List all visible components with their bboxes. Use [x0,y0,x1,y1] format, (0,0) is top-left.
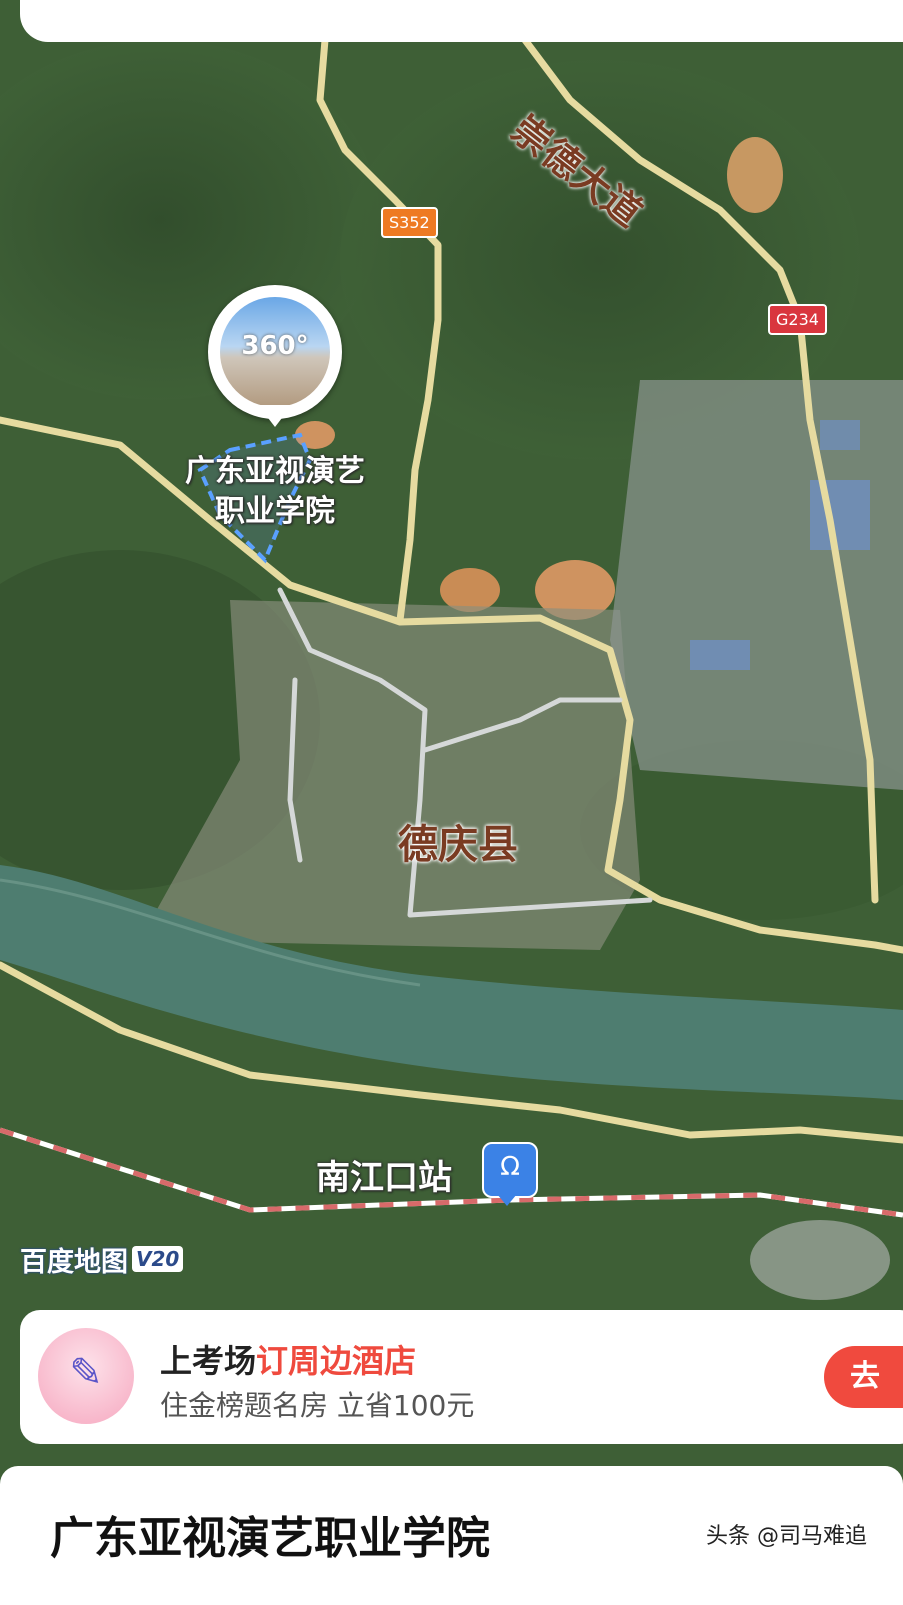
ad-title: 上考场订周边酒店 [160,1336,416,1382]
top-search-bar[interactable] [20,0,903,42]
poi-label[interactable]: 广东亚视演艺 职业学院 [155,452,395,532]
panorama-pin[interactable]: 360° [208,285,342,419]
brand-logo-text: 百度地图 [20,1246,128,1278]
brand-version: V20 [132,1246,184,1272]
pin-tail [258,405,292,427]
train-station-glyph: Ω [500,1152,520,1182]
county-label: 德庆县 [398,822,518,868]
ad-go-button[interactable]: 去 [824,1346,903,1408]
place-detail-sheet[interactable]: 广东亚视演艺职业学院 头条 @司马难追 [0,1466,903,1605]
train-station-icon[interactable]: Ω [482,1142,538,1198]
ad-title-highlight: 订周边酒店 [256,1342,417,1380]
pencil-book-icon: ✎ [38,1328,134,1424]
poi-label-line2: 职业学院 [215,494,335,529]
baidu-map-logo: 百度地图 V20 [20,1242,184,1278]
poi-label-line1: 广东亚视演艺 [185,454,365,489]
route-s352-shield: S352 [381,207,438,238]
ad-subtitle: 住金榜题名房 立省100元 [160,1389,475,1422]
watermark: 头条 @司马难追 [706,1524,867,1549]
ad-title-prefix: 上考场 [160,1342,257,1380]
hotel-ad-banner[interactable]: ✎ 上考场订周边酒店 住金榜题名房 立省100元 去 [20,1310,903,1444]
train-station-icon-tail [497,1194,517,1206]
route-g234-shield: G234 [768,304,827,335]
place-title: 广东亚视演艺职业学院 [50,1513,490,1564]
panorama-360-icon: 360° [241,331,309,361]
station-label[interactable]: 南江口站 [316,1150,452,1199]
pencil-glyph: ✎ [69,1350,103,1396]
panorama-thumbnail: 360° [220,297,330,407]
